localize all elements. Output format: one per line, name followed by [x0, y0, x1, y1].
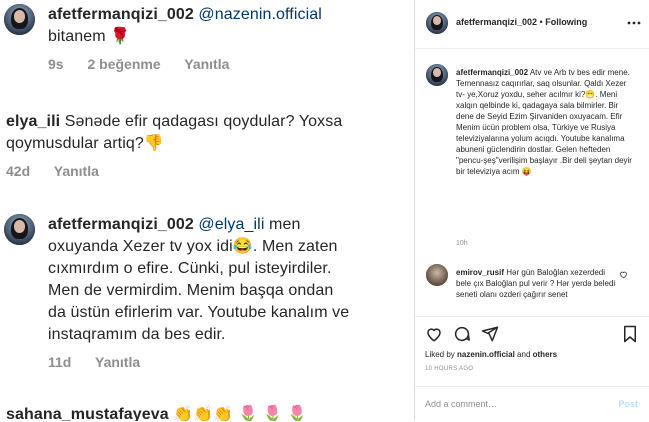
comment-text: da üstün efirlerim var. Youtube kanalım … — [48, 304, 350, 321]
post-caption: afetfermanqizi_002 Atv ve Arb tv bes edi… — [456, 67, 632, 177]
comment-text: sahana_mustafayeva 👏👏👏 🌷 🌷 🌷 — [6, 404, 307, 421]
comment-username[interactable]: elya_ili — [6, 113, 60, 130]
comment-text: oxuyanda Xezer tv yox idi😂. Men zaten — [48, 236, 338, 258]
header-username[interactable]: afetfermanqizi_002 — [456, 17, 537, 27]
comment-time: 9s — [48, 56, 64, 72]
comment-text: bitanem 🌹 — [48, 26, 130, 48]
comment-username[interactable]: emirov_rusif — [456, 268, 504, 277]
post-button[interactable]: Post — [618, 399, 638, 409]
liked-prefix: Liked by — [425, 350, 458, 359]
post-actions — [415, 316, 649, 347]
avatar[interactable] — [426, 264, 448, 286]
comment-likes[interactable]: 2 beğenme — [87, 56, 160, 72]
liked-user[interactable]: nazenin.official — [457, 350, 515, 359]
comment-username[interactable]: afetfermanqizi_002 — [48, 6, 194, 23]
avatar[interactable] — [4, 214, 35, 245]
comment-icon[interactable] — [453, 325, 471, 343]
post-panel: afetfermanqizi_002 • Following afetferma… — [415, 0, 649, 421]
post-header-user: afetfermanqizi_002 • Following — [456, 17, 587, 27]
follow-button[interactable]: Following — [545, 17, 587, 27]
like-comment-icon[interactable] — [619, 270, 628, 279]
comment-mention[interactable]: @elya_ili — [198, 216, 264, 233]
comment-text: cıxmırdım o efire. Cünki, pul isteyirdil… — [48, 260, 332, 277]
comment-username[interactable]: sahana_mustafayeva — [6, 406, 169, 421]
more-options-icon[interactable] — [627, 20, 641, 26]
post-header: afetfermanqizi_002 • Following — [415, 0, 649, 49]
liked-by: Liked by nazenin.official and others — [425, 350, 557, 359]
caption-text: Atv ve Arb tv bes edir mene. Temennasız … — [456, 68, 632, 176]
post-age: 10 HOURS AGO — [425, 366, 474, 372]
comment-meta: 9s 2 beğenme Yanıtla — [48, 56, 249, 72]
avatar[interactable] — [426, 12, 448, 34]
comment-text: Men de vermirdim. Menim başqa ondan — [48, 282, 334, 299]
comment-text: instaqramım da bes edir. — [48, 326, 226, 343]
thumbs-down-emoji: 👎 — [143, 135, 164, 152]
header-separator: • — [537, 17, 546, 27]
comment-time: 42d — [6, 163, 31, 179]
comment-text: afetfermanqizi_002 @elya_ili men — [48, 214, 300, 236]
bookmark-icon[interactable] — [621, 325, 639, 343]
share-icon[interactable] — [481, 325, 499, 343]
comment-meta: 11d Yanıtla — [48, 354, 160, 370]
comment-text: afetfermanqizi_002 @nazenin.official — [48, 4, 322, 26]
comment-body: oxuyanda Xezer tv yox idi — [48, 238, 233, 256]
comment-time: 11d — [48, 354, 72, 370]
comment-text: elya_ili Sənəde efir qadagası qoydular? … — [6, 111, 342, 133]
comment-body: bitanem — [48, 28, 106, 46]
comment-body: . Men zaten — [252, 238, 338, 256]
comment-text: qoymusdular artiq?👎 — [6, 133, 164, 155]
comment-body: men — [269, 216, 301, 233]
rose-emoji: 🌹 — [110, 28, 131, 45]
reply-button[interactable]: Yanıtla — [95, 354, 140, 370]
reply-button[interactable]: Yanıtla — [54, 163, 99, 179]
comments-panel: afetfermanqizi_002 @nazenin.official bit… — [0, 0, 414, 421]
clapping-emoji: 👏👏👏 🌷 🌷 🌷 — [173, 406, 308, 421]
comment-mention[interactable]: @nazenin.official — [198, 6, 322, 23]
avatar[interactable] — [4, 4, 35, 35]
avatar[interactable] — [426, 64, 448, 86]
comment-meta: 42d Yanıtla — [6, 163, 119, 179]
liked-mid: and — [514, 350, 533, 359]
comment-body: Sənəde efir qadagası qoydular? Yoxsa — [64, 113, 343, 130]
liked-others[interactable]: others — [533, 350, 557, 359]
laughing-emoji: 😂 — [232, 238, 253, 255]
reply-button[interactable]: Yanıtla — [184, 56, 229, 72]
caption-username[interactable]: afetfermanqizi_002 — [456, 68, 528, 77]
comment-body: qoymusdular artiq? — [6, 135, 144, 153]
comment-username[interactable]: afetfermanqizi_002 — [48, 216, 194, 233]
comment-item: emirov_rusif Hər gün Baloğlan xezerdedi … — [456, 267, 621, 300]
heart-icon[interactable] — [425, 325, 443, 343]
add-comment-input[interactable]: Add a comment… — [425, 399, 497, 409]
caption-time: 10h — [456, 240, 468, 247]
add-comment-bar: Add a comment… Post — [415, 386, 649, 422]
